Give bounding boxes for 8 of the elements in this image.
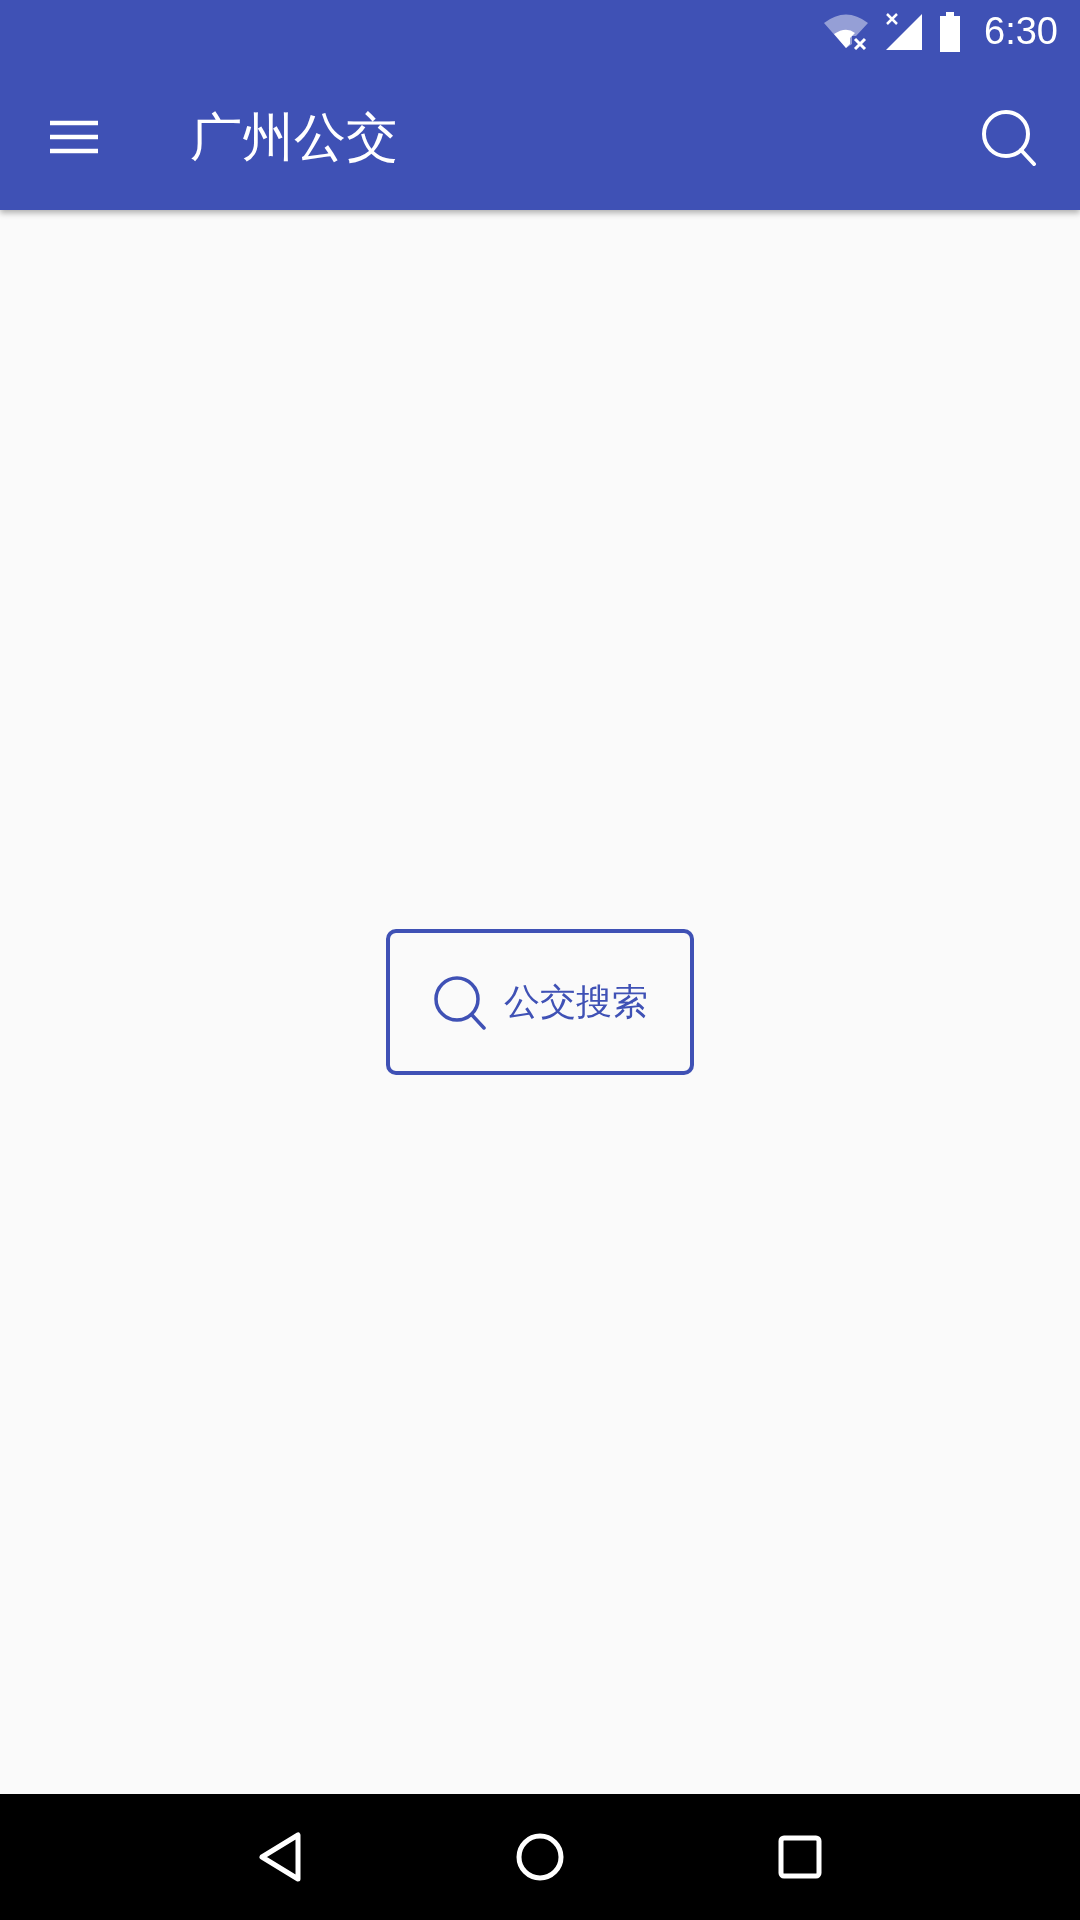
app-title: 广州公交	[190, 110, 398, 163]
wifi-off-icon	[822, 13, 871, 50]
search-button[interactable]	[980, 107, 1038, 166]
status-time: 6:30	[984, 9, 1058, 54]
search-icon	[432, 974, 488, 1030]
battery-icon	[938, 11, 963, 52]
bus-search-button[interactable]: 公交搜索	[386, 929, 694, 1075]
signal-icon	[884, 11, 925, 52]
